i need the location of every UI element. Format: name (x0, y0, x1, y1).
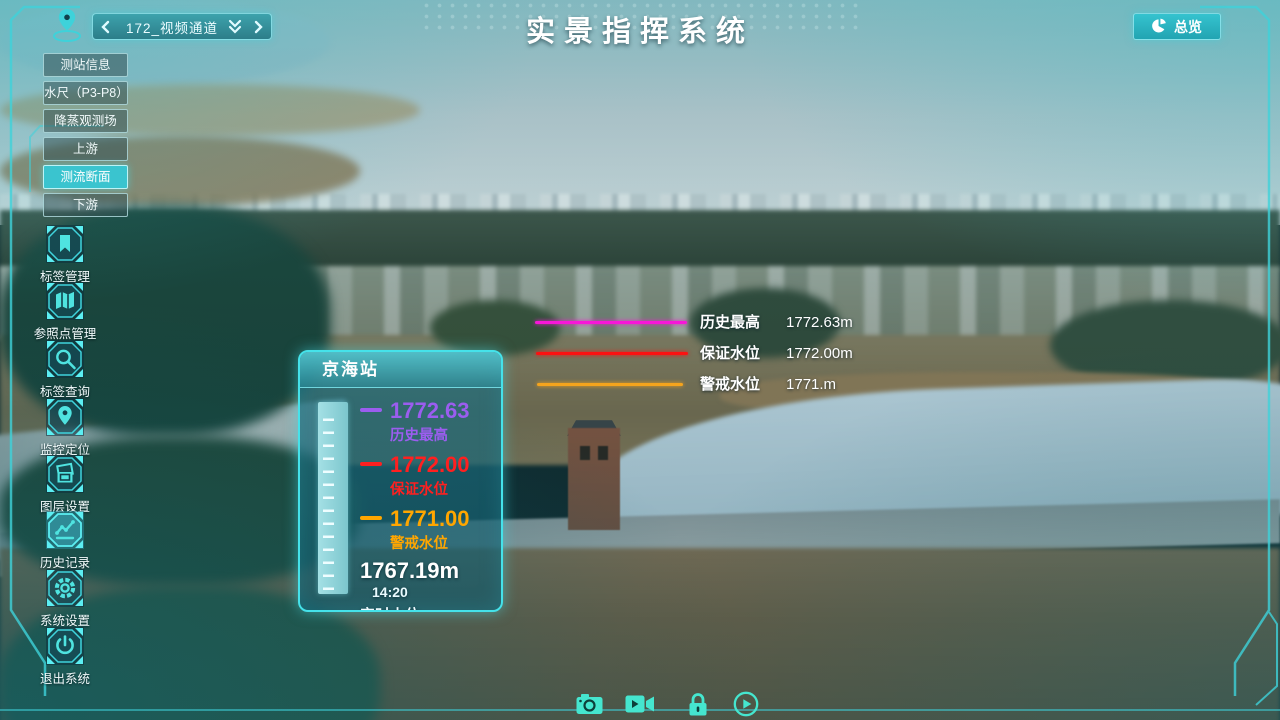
lock-icon (687, 692, 709, 717)
level-label: 历史最高 (390, 424, 470, 445)
lock-button[interactable] (682, 690, 714, 718)
tool-tag-query[interactable]: 标签查询 (25, 339, 105, 400)
station-panel-title: 京海站 (300, 352, 501, 388)
level-dash (360, 462, 382, 466)
sidebar-item-downstream[interactable]: 下游 (43, 193, 128, 217)
level-value: 1772.00 (390, 452, 470, 477)
camera-icon (576, 693, 603, 715)
pie-chart-icon (1152, 18, 1167, 36)
water-level-ruler (318, 402, 348, 594)
marker-label: 历史最高 (700, 314, 760, 331)
marker-label: 警戒水位 (700, 376, 760, 393)
realtime-level-row: 1767.19m 14:20 实时水位 (360, 558, 501, 612)
overview-button[interactable]: 总览 (1133, 13, 1221, 40)
app: 实景指挥系统 172_视频通道 总览 (0, 0, 1280, 720)
play-icon (733, 691, 759, 717)
level-label: 警戒水位 (390, 532, 470, 553)
map-icon (45, 281, 85, 321)
channel-name: 172_视频通道 (119, 17, 225, 37)
marker-text-history-high: 历史最高 1772.63m (700, 313, 853, 333)
location-marker-icon[interactable] (46, 6, 88, 44)
marker-text-guarantee: 保证水位 1772.00m (700, 344, 853, 364)
play-button[interactable] (730, 690, 762, 718)
snapshot-button[interactable] (573, 690, 605, 718)
sidebar-item-upstream[interactable]: 上游 (43, 137, 128, 161)
history-chart-icon (45, 510, 85, 550)
tool-history[interactable]: 历史记录 (25, 510, 105, 571)
marker-line-history-high (535, 321, 687, 324)
channel-dropdown-chevron-icon[interactable] (225, 14, 245, 39)
sidebar-item-water-ruler[interactable]: 水尺（P3-P8） (43, 81, 128, 105)
overview-button-label: 总览 (1174, 17, 1202, 37)
tool-exit-system[interactable]: 退出系统 (25, 626, 105, 687)
marker-label: 保证水位 (700, 345, 760, 362)
level-row-warning: 1771.00 警戒水位 (360, 506, 470, 553)
tool-label: 退出系统 (25, 668, 105, 687)
layers-icon (45, 454, 85, 494)
realtime-value: 1767.19m (360, 558, 459, 584)
video-camera-icon (625, 694, 655, 714)
tool-monitor-positioning[interactable]: 监控定位 (25, 397, 105, 458)
sidebar-item-evaporation-site[interactable]: 降蒸观测场 (43, 109, 128, 133)
channel-prev-button[interactable] (93, 14, 119, 39)
level-label: 保证水位 (390, 478, 470, 499)
bookmark-icon (45, 224, 85, 264)
teal-tint-overlay (0, 0, 1280, 720)
realtime-time: 14:20 (372, 584, 408, 600)
search-icon (45, 339, 85, 379)
level-dash (360, 408, 382, 412)
level-row-history-high: 1772.63 历史最高 (360, 398, 470, 445)
level-value: 1772.63 (390, 398, 470, 423)
channel-next-button[interactable] (245, 14, 271, 39)
level-value: 1771.00 (390, 506, 470, 531)
sidebar-item-station-info[interactable]: 测站信息 (43, 53, 128, 77)
record-button[interactable] (624, 690, 656, 718)
marker-text-warning: 警戒水位 1771.m (700, 375, 836, 395)
marker-line-warning (537, 383, 683, 386)
marker-value: 1772.00m (786, 345, 853, 362)
tool-layer-settings[interactable]: 图层设置 (25, 454, 105, 515)
tool-tag-management[interactable]: 标签管理 (25, 224, 105, 285)
marker-line-guarantee (536, 352, 688, 355)
video-feed (0, 0, 1280, 720)
tool-system-settings[interactable]: 系统设置 (25, 568, 105, 629)
gear-icon (45, 568, 85, 608)
location-pin-icon (45, 397, 85, 437)
sidebar-item-flow-section[interactable]: 测流断面 (43, 165, 128, 189)
channel-selector: 172_视频通道 (92, 13, 272, 40)
station-panel: 京海站 1772.63 历史最高 1772.00 保证水位 1771.00 警戒… (298, 350, 503, 612)
marker-value: 1771.m (786, 376, 836, 393)
marker-value: 1772.63m (786, 314, 853, 331)
power-icon (45, 626, 85, 666)
realtime-label: 实时水位 (360, 604, 501, 612)
level-dash (360, 516, 382, 520)
tool-reference-points[interactable]: 参照点管理 (25, 281, 105, 342)
level-row-guarantee: 1772.00 保证水位 (360, 452, 470, 499)
